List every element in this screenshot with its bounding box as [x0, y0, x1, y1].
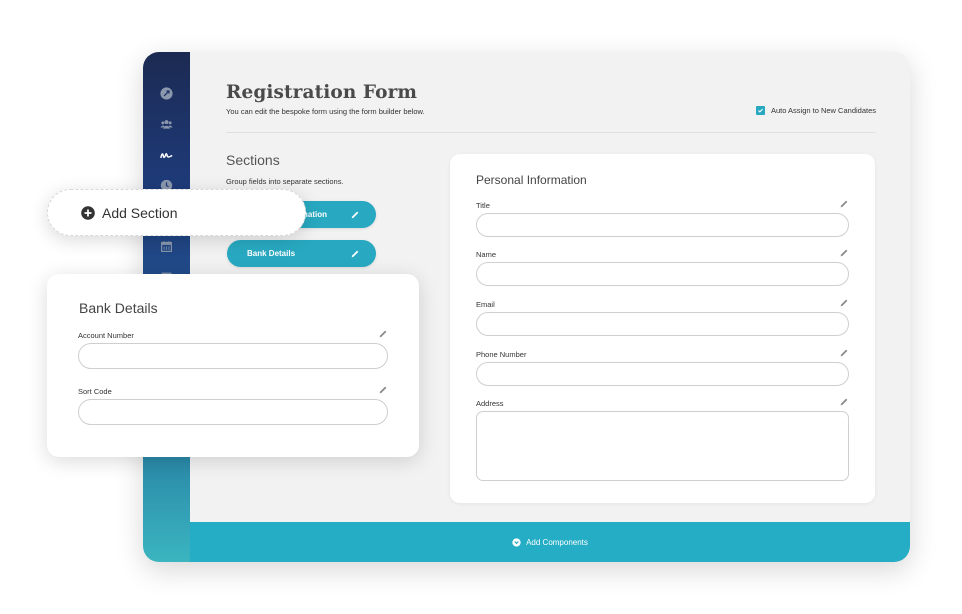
pencil-icon[interactable] — [839, 397, 849, 407]
calendar-icon[interactable] — [159, 239, 174, 254]
page-title: Registration Form — [226, 82, 418, 103]
sort-code-input[interactable] — [78, 399, 388, 425]
field-label: Phone Number — [476, 350, 527, 359]
field-account-number: Account Number — [78, 329, 388, 369]
address-textarea[interactable] — [476, 411, 849, 481]
plus-circle-icon — [81, 205, 95, 220]
sections-description: Group fields into separate sections. — [226, 177, 344, 186]
pencil-icon[interactable] — [378, 329, 388, 339]
section-item-bank-details[interactable]: Bank Details — [227, 240, 376, 267]
field-phone-number: Phone Number — [476, 348, 849, 386]
email-input[interactable] — [476, 312, 849, 336]
personal-information-card: Personal Information Title Name Email Ph… — [450, 154, 875, 503]
field-sort-code: Sort Code — [78, 385, 388, 425]
field-name: Name — [476, 248, 849, 286]
auto-assign-checkbox[interactable]: Auto Assign to New Candidates — [755, 106, 876, 115]
page-subtitle: You can edit the bespoke form using the … — [226, 107, 425, 116]
field-label: Address — [476, 399, 504, 408]
add-section-button[interactable]: Add Section — [47, 189, 306, 236]
checkbox-checked-icon[interactable] — [755, 106, 765, 115]
users-icon[interactable] — [159, 117, 174, 132]
pencil-icon[interactable] — [350, 249, 360, 259]
sections-title: Sections — [226, 152, 280, 168]
rocket-icon[interactable] — [159, 86, 174, 101]
name-input[interactable] — [476, 262, 849, 286]
card-title: Personal Information — [476, 173, 587, 187]
account-number-input[interactable] — [78, 343, 388, 369]
field-title: Title — [476, 199, 849, 237]
pencil-icon[interactable] — [378, 385, 388, 395]
chevron-circle-down-icon — [512, 537, 521, 547]
divider — [226, 132, 876, 133]
field-label: Account Number — [78, 331, 134, 340]
pencil-icon[interactable] — [839, 348, 849, 358]
bank-details-card: Bank Details Account Number Sort Code — [47, 274, 419, 457]
phone-number-input[interactable] — [476, 362, 849, 386]
auto-assign-label: Auto Assign to New Candidates — [770, 106, 876, 115]
field-address: Address — [476, 397, 849, 481]
pencil-icon[interactable] — [839, 298, 849, 308]
add-components-button[interactable]: Add Components — [190, 522, 910, 562]
field-label: Email — [476, 300, 495, 309]
field-label: Sort Code — [78, 387, 112, 396]
card-title: Bank Details — [79, 300, 158, 316]
pencil-icon[interactable] — [839, 199, 849, 209]
pencil-icon[interactable] — [350, 210, 360, 220]
add-components-label: Add Components — [526, 537, 588, 547]
field-label: Name — [476, 250, 497, 259]
field-label: Title — [476, 201, 490, 210]
pencil-icon[interactable] — [839, 248, 849, 258]
add-section-label: Add Section — [102, 204, 178, 221]
signature-icon[interactable] — [159, 148, 174, 163]
section-item-label: Bank Details — [247, 249, 296, 258]
field-email: Email — [476, 298, 849, 336]
title-input[interactable] — [476, 213, 849, 237]
